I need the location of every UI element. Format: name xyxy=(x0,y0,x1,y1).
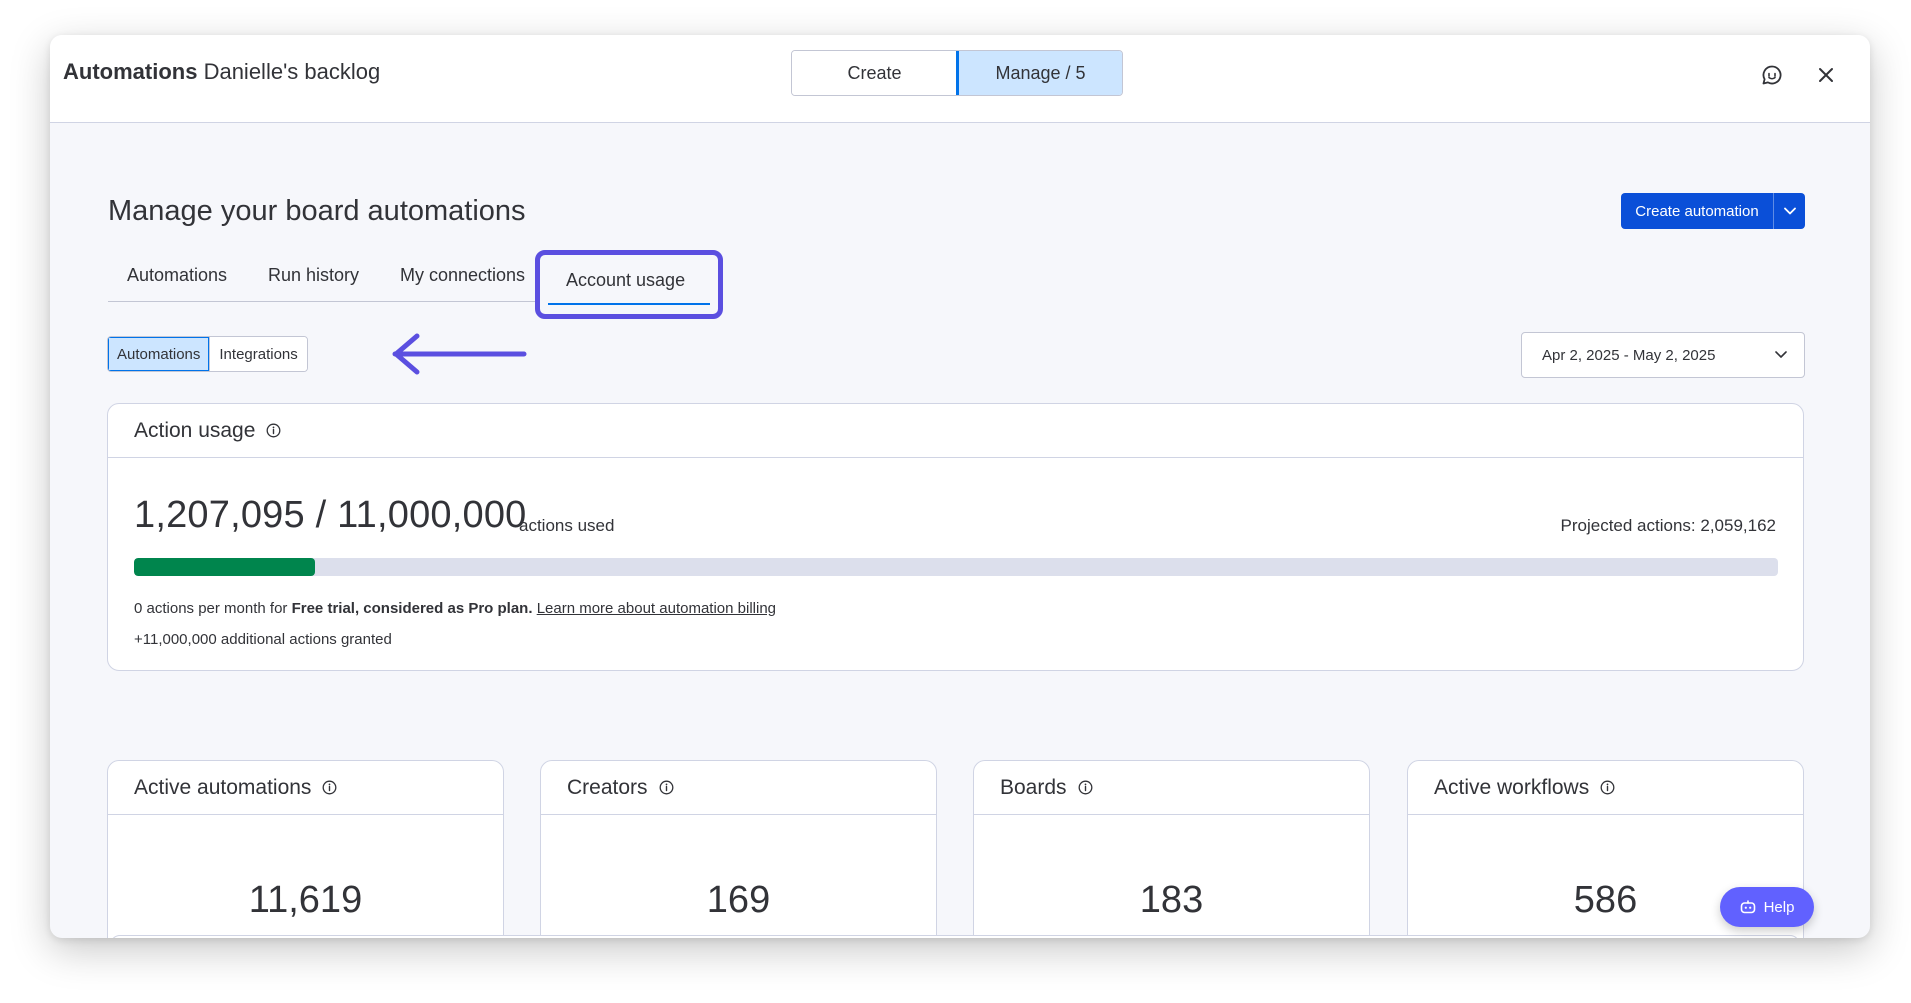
usage-progress-bar xyxy=(134,558,1778,576)
chevron-down-icon[interactable] xyxy=(1773,193,1805,229)
create-mode-button[interactable]: Create xyxy=(792,51,957,95)
usage-progress-fill xyxy=(134,558,315,576)
next-card-edge xyxy=(110,935,1800,938)
projected-actions: Projected actions: 2,059,162 xyxy=(1560,516,1776,535)
tab-account-usage[interactable]: Account usage xyxy=(566,270,685,291)
info-icon[interactable] xyxy=(322,780,337,795)
tab-run-history[interactable]: Run history xyxy=(268,265,359,286)
stat-value: 169 xyxy=(706,879,771,921)
modal-content: Manage your board automations Create aut… xyxy=(50,123,1870,938)
tab-automations[interactable]: Automations xyxy=(127,265,227,286)
card-header: Active automations xyxy=(108,761,503,815)
help-button[interactable]: Help xyxy=(1720,887,1814,927)
segment-integrations[interactable]: Integrations xyxy=(209,337,307,371)
card-header: Boards xyxy=(974,761,1369,815)
card-header: Active workflows xyxy=(1408,761,1803,815)
billing-prefix: 0 actions per month for xyxy=(134,600,292,617)
date-range-value: Apr 2, 2025 - May 2, 2025 xyxy=(1542,346,1716,364)
segment-automations[interactable]: Automations xyxy=(108,337,210,371)
granted-actions: +11,000,000 additional actions granted xyxy=(134,631,392,648)
robot-icon xyxy=(1740,900,1756,914)
tab-my-connections[interactable]: My connections xyxy=(400,265,525,286)
usage-type-toggle: Automations Integrations xyxy=(107,336,308,372)
stat-title: Active workflows xyxy=(1434,775,1590,799)
billing-plan: Free trial, considered as Pro plan. xyxy=(291,600,533,617)
page-title: Manage your board automations xyxy=(108,195,526,227)
create-automation-label: Create automation xyxy=(1635,202,1759,220)
chevron-down-icon xyxy=(1775,351,1787,358)
stat-card-creators: Creators 169 xyxy=(540,760,937,938)
actions-used-label: actions used xyxy=(519,516,615,535)
stat-title: Boards xyxy=(1000,775,1067,799)
chat-icon[interactable] xyxy=(1754,57,1790,93)
active-tab-underline xyxy=(548,303,710,305)
modal-header: Automations Danielle's backlog Create Ma… xyxy=(50,35,1870,123)
stat-title: Creators xyxy=(567,775,648,799)
date-range-picker[interactable]: Apr 2, 2025 - May 2, 2025 xyxy=(1521,332,1805,378)
card-header: Action usage xyxy=(108,404,1803,458)
annotation-arrow-icon xyxy=(392,333,527,375)
stat-value: 11,619 xyxy=(248,879,363,921)
stat-card-active-automations: Active automations 11,619 xyxy=(107,760,504,938)
action-usage-card: Action usage 1,207,095 / 11,000,000 acti… xyxy=(107,403,1804,671)
stat-title: Active automations xyxy=(134,775,312,799)
page-tabs: Automations Run history My connections xyxy=(108,247,538,302)
info-icon[interactable] xyxy=(1078,780,1093,795)
close-icon[interactable] xyxy=(1808,57,1844,93)
stat-card-boards: Boards 183 xyxy=(973,760,1370,938)
info-icon[interactable] xyxy=(266,423,281,438)
tab-account-usage-highlight: Account usage xyxy=(535,250,723,319)
board-name: Danielle's backlog xyxy=(203,59,381,84)
manage-mode-button[interactable]: Manage / 5 xyxy=(956,51,1122,95)
stat-value: 183 xyxy=(1139,879,1204,921)
create-automation-button[interactable]: Create automation xyxy=(1621,193,1805,229)
actions-used-total: 1,207,095 / 11,000,000 xyxy=(134,494,527,536)
automations-modal: Automations Danielle's backlog Create Ma… xyxy=(50,35,1870,938)
mode-switch: Create Manage / 5 xyxy=(791,50,1123,96)
help-label: Help xyxy=(1763,898,1795,916)
info-icon[interactable] xyxy=(659,780,674,795)
info-icon[interactable] xyxy=(1600,780,1615,795)
billing-learn-more-link[interactable]: Learn more about automation billing xyxy=(537,600,776,617)
billing-info: 0 actions per month for Free trial, cons… xyxy=(134,600,776,617)
modal-title: Automations Danielle's backlog xyxy=(63,59,380,85)
action-usage-title: Action usage xyxy=(134,418,256,442)
app-name: Automations xyxy=(63,59,198,84)
card-header: Creators xyxy=(541,761,936,815)
